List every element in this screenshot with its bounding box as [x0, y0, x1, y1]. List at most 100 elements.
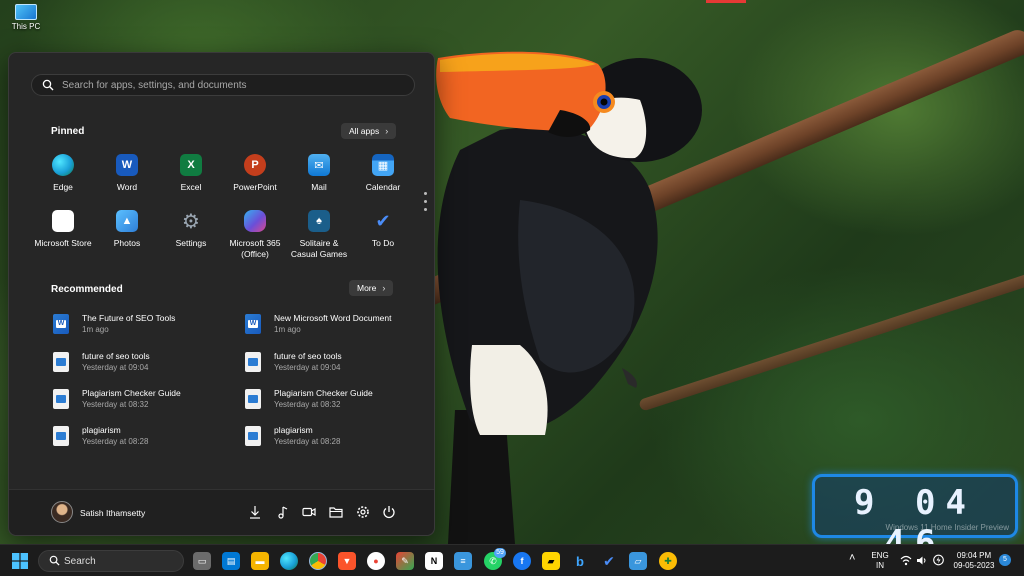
this-pc-monitor-icon [15, 4, 37, 20]
settings-gear-icon: ⚙ [182, 210, 200, 233]
downloads-icon[interactable] [248, 505, 262, 519]
notion-taskbar-icon[interactable]: N [425, 552, 443, 570]
extra-app-taskbar-icon[interactable]: ✚ [659, 552, 677, 570]
search-icon [49, 555, 60, 566]
brave-taskbar-icon[interactable]: ▼ [338, 552, 356, 570]
windows-start-icon[interactable] [12, 553, 28, 569]
all-apps-button[interactable]: All apps › [341, 123, 397, 139]
screen-snip-taskbar-icon[interactable]: ▱ [629, 552, 647, 570]
recommended-item-time: Yesterday at 08:32 [274, 400, 341, 409]
pinned-page-indicator[interactable] [424, 192, 428, 216]
start-menu: Search for apps, settings, and documents… [8, 52, 435, 536]
battery-charging-icon[interactable] [932, 554, 945, 566]
pinned-app-excel[interactable]: X Excel [159, 154, 223, 193]
desktop-icon-label: This PC [11, 22, 41, 31]
pinned-app-label: Mail [311, 182, 327, 192]
calendar-icon: ▦ [372, 154, 394, 176]
chrome-taskbar-icon[interactable] [309, 552, 327, 570]
pinned-app-powerpoint[interactable]: P PowerPoint [223, 154, 287, 193]
image-file-icon [53, 389, 69, 409]
file-explorer-icon[interactable] [329, 505, 343, 519]
image-file-icon [245, 426, 261, 446]
notification-count-badge[interactable]: 5 [999, 554, 1011, 566]
videos-icon[interactable] [302, 505, 316, 519]
pinned-app-todo[interactable]: ✔ To Do [351, 210, 415, 249]
pinned-app-label: To Do [371, 238, 395, 248]
top-red-tab [706, 0, 746, 3]
recommended-item[interactable]: plagiarism Yesterday at 08:28 [245, 423, 425, 449]
solitaire-icon: ♠ [308, 210, 330, 232]
recommended-item-time: Yesterday at 08:32 [82, 400, 149, 409]
image-file-icon [53, 426, 69, 446]
recommended-item[interactable]: plagiarism Yesterday at 08:28 [53, 423, 233, 449]
recommended-item[interactable]: Plagiarism Checker Guide Yesterday at 08… [245, 386, 425, 412]
recommended-item[interactable]: future of seo tools Yesterday at 09:04 [245, 349, 425, 375]
chevron-right-icon: › [385, 126, 389, 136]
pinned-app-label: Settings [175, 238, 207, 248]
pinned-app-photos[interactable]: ▲ Photos [95, 210, 159, 249]
show-hidden-icons-chevron-up-icon[interactable]: ˄ [849, 553, 855, 564]
bing-taskbar-icon[interactable]: b [571, 552, 589, 570]
start-search-input[interactable]: Search for apps, settings, and documents [31, 74, 415, 96]
task-view-icon[interactable]: ▭ [193, 552, 211, 570]
mail-icon: ✉ [308, 154, 330, 176]
photo-app-taskbar-icon[interactable]: ✎ [396, 552, 414, 570]
taskbar-time: 09:04 PM [956, 551, 992, 560]
recommended-item-time: 1m ago [274, 325, 301, 334]
pinned-app-label: Microsoft 365 (Office) [229, 238, 281, 259]
more-label: More [357, 283, 377, 293]
user-name[interactable]: Satish Ithamsetty [80, 508, 145, 518]
digital-clock-widget: 9 04 46 Windows 11 Home Insider Preview [812, 474, 1018, 544]
edge-icon [52, 154, 74, 176]
recommended-item[interactable]: W New Microsoft Word Document 1m ago [245, 311, 425, 337]
excel-icon: X [180, 154, 202, 176]
microsoft-365-icon [244, 210, 266, 232]
recommended-item[interactable]: W The Future of SEO Tools 1m ago [53, 311, 233, 337]
edge-taskbar-icon[interactable] [280, 552, 298, 570]
pinned-title: Pinned [51, 126, 85, 137]
taskbar-clock[interactable]: 09:04 PM 09-05-2023 [950, 551, 998, 571]
pinned-app-settings[interactable]: ⚙ Settings [159, 210, 223, 249]
pinned-app-microsoft-store[interactable]: Microsoft Store [31, 210, 95, 249]
desktop-icon-this-pc[interactable]: This PC [6, 2, 46, 31]
pinned-app-edge[interactable]: Edge [31, 154, 95, 193]
todo-taskbar-icon[interactable]: ✔ [600, 552, 618, 570]
volume-icon[interactable] [916, 555, 928, 566]
clock-minutes: 04 [915, 483, 976, 523]
power-icon[interactable] [382, 505, 396, 519]
recommended-item-time: Yesterday at 09:04 [82, 363, 149, 372]
recommended-title: Recommended [51, 284, 123, 295]
sticky-notes-taskbar-icon[interactable]: ▰ [542, 552, 560, 570]
start-menu-footer: Satish Ithamsetty [9, 489, 434, 535]
pinned-app-mail[interactable]: ✉ Mail [287, 154, 351, 193]
powerpoint-icon: P [244, 154, 266, 176]
wifi-icon[interactable] [900, 555, 912, 566]
image-file-icon [245, 389, 261, 409]
image-file-icon [245, 352, 261, 372]
language-indicator[interactable]: ENG IN [869, 551, 891, 571]
microsoft-store-taskbar-icon[interactable]: ▤ [222, 552, 240, 570]
pinned-app-word[interactable]: W Word [95, 154, 159, 193]
taskbar-search-box[interactable]: Search [38, 550, 184, 572]
recommended-item-time: Yesterday at 08:28 [82, 437, 149, 446]
recommended-item-name: plagiarism [274, 425, 313, 435]
recommended-item[interactable]: future of seo tools Yesterday at 09:04 [53, 349, 233, 375]
settings-gear-icon[interactable] [356, 505, 370, 519]
recommended-item[interactable]: Plagiarism Checker Guide Yesterday at 08… [53, 386, 233, 412]
language-line2: IN [876, 561, 884, 570]
pinned-app-microsoft-365[interactable]: Microsoft 365 (Office) [223, 210, 287, 260]
recommended-item-name: Plagiarism Checker Guide [274, 388, 373, 398]
chrome-canary-taskbar-icon[interactable]: ● [367, 552, 385, 570]
more-button[interactable]: More › [349, 280, 394, 296]
music-icon[interactable] [275, 505, 289, 519]
user-avatar[interactable] [51, 501, 73, 523]
insider-watermark: Windows 11 Home Insider Preview [885, 523, 1009, 532]
pinned-app-solitaire[interactable]: ♠ Solitaire & Casual Games [287, 210, 351, 260]
search-icon [42, 79, 54, 91]
file-explorer-taskbar-icon[interactable]: ▬ [251, 552, 269, 570]
search-placeholder: Search for apps, settings, and documents [62, 80, 247, 91]
facebook-taskbar-icon[interactable]: f [513, 552, 531, 570]
notepad-taskbar-icon[interactable]: ≡ [454, 552, 472, 570]
all-apps-label: All apps [349, 126, 380, 136]
pinned-app-calendar[interactable]: ▦ Calendar [351, 154, 415, 193]
